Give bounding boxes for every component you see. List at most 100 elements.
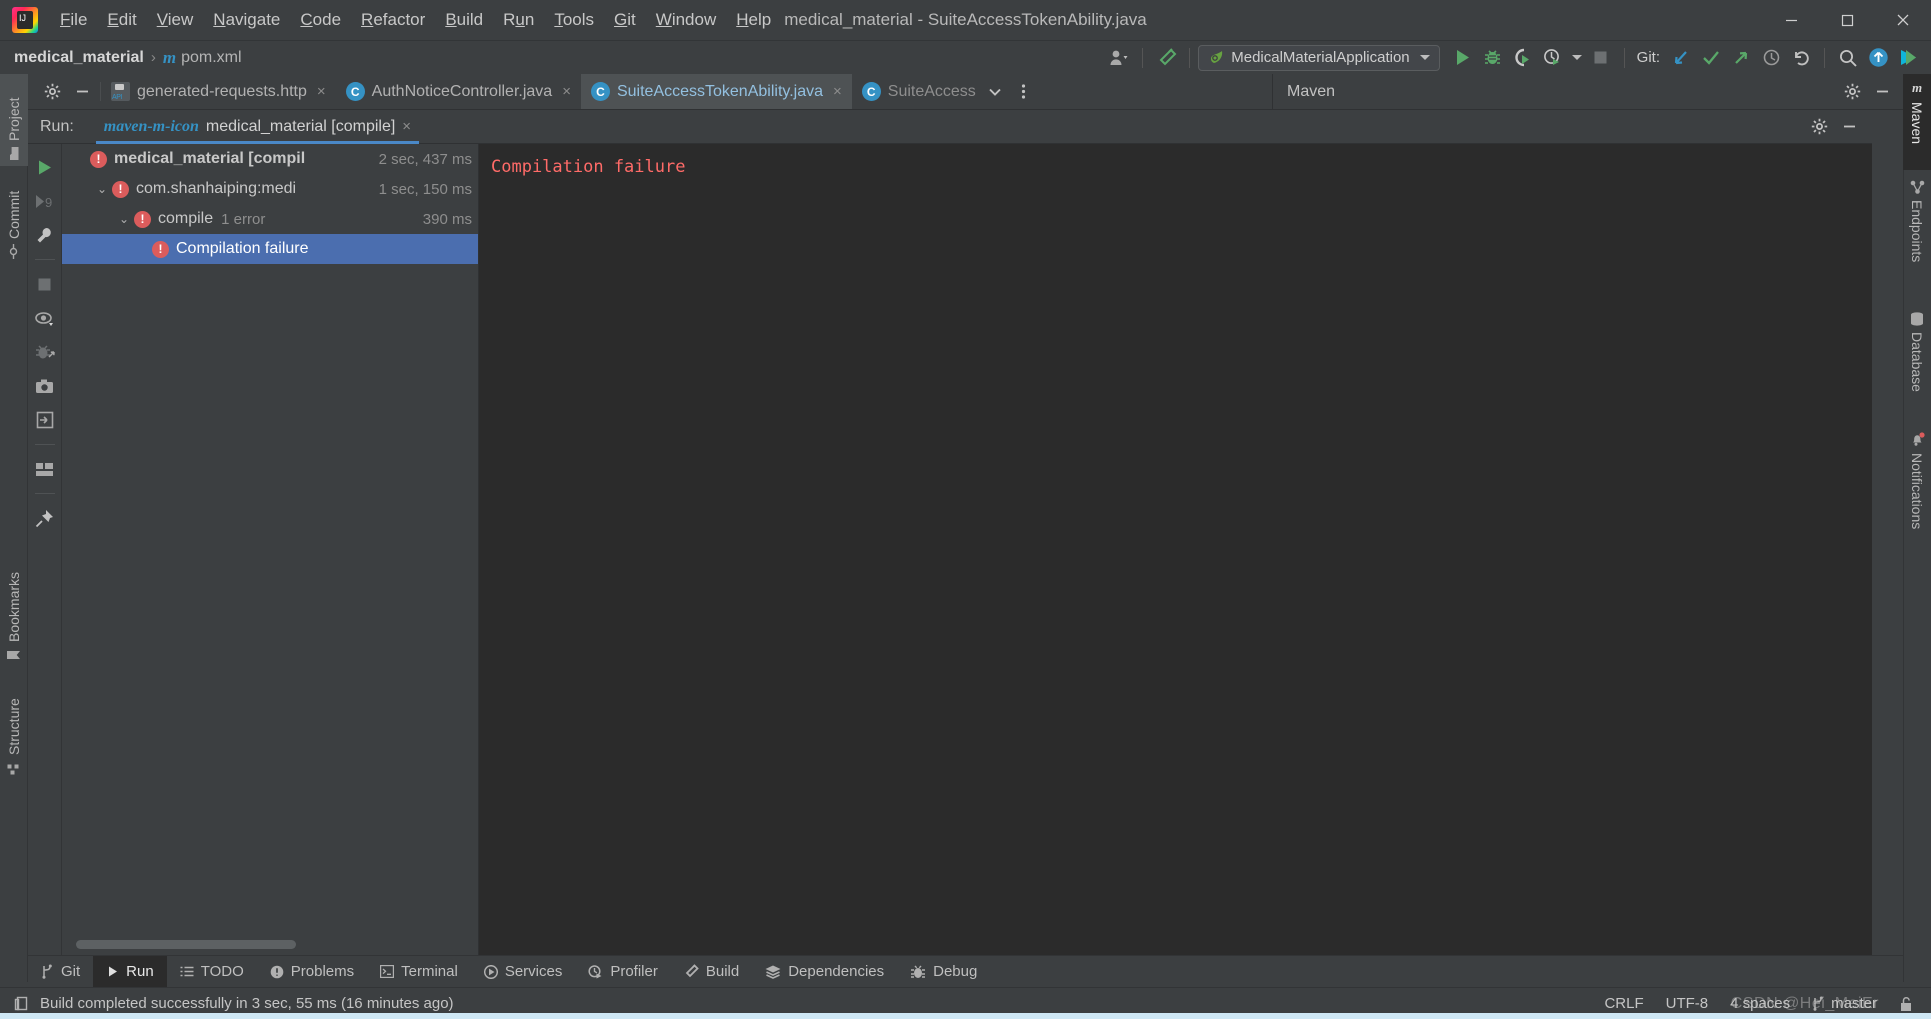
tree-twisty[interactable]: ⌄ <box>114 212 134 226</box>
minimize-icon[interactable] <box>68 79 96 105</box>
tab-close-icon[interactable]: × <box>562 83 571 100</box>
table-row[interactable]: ⌄ ! com.shanhaiping:medi 1 sec, 150 ms <box>62 174 478 204</box>
tab-auth-notice-controller[interactable]: C AuthNoticeController.java × <box>336 74 581 109</box>
git-update-project-icon[interactable] <box>1666 44 1696 72</box>
bottom-item-git[interactable]: Git <box>28 956 93 988</box>
ide-update-icon[interactable] <box>1863 44 1893 72</box>
build-hammer-icon[interactable] <box>1151 44 1181 72</box>
bottom-item-debug[interactable]: Debug <box>897 956 990 988</box>
import-results-icon[interactable] <box>32 407 58 433</box>
build-output-console[interactable]: Compilation failure <box>479 144 1872 955</box>
tab-suite-access-token-ability[interactable]: C SuiteAccessTokenAbility.java × <box>580 74 852 109</box>
git-rollback-icon[interactable] <box>1786 44 1816 72</box>
git-branch-indicator[interactable]: master <box>1812 995 1877 1012</box>
tab-close-icon[interactable]: × <box>833 83 842 100</box>
more-vertical-icon[interactable] <box>1014 78 1034 106</box>
encoding-indicator[interactable]: UTF-8 <box>1666 995 1709 1012</box>
gear-icon[interactable] <box>1837 78 1867 106</box>
table-row[interactable]: ! medical_material [compil 2 sec, 437 ms <box>62 144 478 174</box>
bottom-item-label: Debug <box>933 963 978 980</box>
export-snapshot-icon[interactable] <box>32 373 58 399</box>
stop-button-icon[interactable] <box>1586 44 1616 72</box>
settings-wrench-icon[interactable] <box>32 222 58 248</box>
sidebar-item-bookmarks[interactable]: Bookmarks <box>0 552 28 668</box>
debug-button-icon[interactable] <box>1478 44 1508 72</box>
run-configuration-selector[interactable]: MedicalMaterialApplication <box>1198 44 1440 71</box>
run-tab-close-icon[interactable]: × <box>402 118 411 135</box>
table-row[interactable]: ⌄ ! compile 1 error 390 ms <box>62 204 478 234</box>
structure-icon <box>7 761 21 775</box>
toggle-autotest-icon[interactable] <box>32 305 58 331</box>
horizontal-scrollbar[interactable] <box>76 940 296 949</box>
sidebar-item-database[interactable]: Database <box>1903 306 1931 422</box>
maximize-button[interactable] <box>1819 0 1875 40</box>
tab-generated-requests[interactable]: generated-requests.http × <box>101 74 336 109</box>
bottom-item-services[interactable]: Services <box>471 956 576 988</box>
rerun-icon[interactable] <box>32 154 58 180</box>
layout-icon[interactable] <box>32 456 58 482</box>
gear-icon[interactable] <box>1804 113 1834 141</box>
build-tree-pane[interactable]: ! medical_material [compil 2 sec, 437 ms… <box>62 144 479 955</box>
bottom-item-todo[interactable]: TODO <box>167 956 257 988</box>
run-with-coverage-icon[interactable] <box>1508 44 1538 72</box>
status-message[interactable]: Build completed successfully in 3 sec, 5… <box>40 995 454 1012</box>
pin-tab-icon[interactable] <box>32 505 58 531</box>
breadcrumb-project[interactable]: medical_material <box>14 49 144 67</box>
minimize-icon[interactable] <box>1867 78 1897 106</box>
menu-code[interactable]: Code <box>290 6 351 34</box>
menu-view[interactable]: View <box>147 6 204 34</box>
bottom-item-problems[interactable]: Problems <box>257 956 367 988</box>
ide-assistant-icon[interactable] <box>1893 44 1923 72</box>
chevron-down-icon <box>1419 55 1430 60</box>
stop-icon[interactable] <box>32 271 58 297</box>
menu-git[interactable]: Git <box>604 6 646 34</box>
minimize-button[interactable] <box>1763 0 1819 40</box>
menu-run[interactable]: Run <box>493 6 544 34</box>
sidebar-item-project[interactable]: Project <box>0 74 28 166</box>
profiler-dropdown-icon[interactable] <box>1568 44 1586 72</box>
run-tab-medical-material[interactable]: maven-m-icon medical_material [compile] … <box>95 110 420 144</box>
line-separator-indicator[interactable]: CRLF <box>1604 995 1643 1012</box>
tab-close-icon[interactable]: × <box>317 83 326 100</box>
menu-file[interactable]: File <box>50 6 97 34</box>
git-history-icon[interactable] <box>1756 44 1786 72</box>
bottom-item-profiler[interactable]: Profiler <box>575 956 671 988</box>
bottom-item-terminal[interactable]: Terminal <box>367 956 471 988</box>
filter-passed-icon[interactable] <box>32 339 58 365</box>
error-icon: ! <box>152 240 169 258</box>
bottom-item-build[interactable]: Build <box>671 956 752 988</box>
bottom-item-dependencies[interactable]: Dependencies <box>752 956 897 988</box>
sidebar-item-structure[interactable]: Structure <box>0 672 28 780</box>
chevron-down-icon[interactable] <box>983 78 1007 106</box>
unlocked-icon[interactable] <box>1899 996 1913 1012</box>
sidebar-item-notifications[interactable]: Notifications <box>1903 426 1931 578</box>
git-push-icon[interactable] <box>1726 44 1756 72</box>
git-commit-icon[interactable] <box>1696 44 1726 72</box>
profiler-run-icon[interactable] <box>1538 44 1568 72</box>
event-log-icon[interactable] <box>14 996 30 1012</box>
menu-help[interactable]: Help <box>726 6 781 34</box>
indent-indicator[interactable]: 4 spaces <box>1730 995 1790 1012</box>
bottom-item-run[interactable]: Run <box>93 955 167 988</box>
menu-tools[interactable]: Tools <box>544 6 604 34</box>
breadcrumb-file[interactable]: pom.xml <box>181 49 241 67</box>
rerun-failed-icon[interactable]: 9 <box>32 188 58 214</box>
table-row[interactable]: ! Compilation failure <box>62 234 478 264</box>
profile-avatar-icon[interactable] <box>1104 44 1134 72</box>
run-button-icon[interactable] <box>1448 44 1478 72</box>
gear-icon[interactable] <box>38 79 66 105</box>
tab-suite-access[interactable]: C SuiteAccess <box>852 74 1044 109</box>
sidebar-item-endpoints[interactable]: Endpoints <box>1903 174 1931 302</box>
menu-edit[interactable]: Edit <box>97 6 146 34</box>
tree-twisty[interactable]: ⌄ <box>92 182 112 196</box>
sidebar-item-commit[interactable]: Commit <box>0 168 28 264</box>
menu-refactor[interactable]: Refactor <box>351 6 435 34</box>
menu-navigate[interactable]: Navigate <box>203 6 290 34</box>
search-everywhere-icon[interactable] <box>1833 44 1863 72</box>
minimize-icon[interactable] <box>1834 113 1864 141</box>
close-button[interactable] <box>1875 0 1931 40</box>
menu-window[interactable]: Window <box>646 6 726 34</box>
layers-icon <box>765 965 781 979</box>
sidebar-item-maven[interactable]: m Maven <box>1903 74 1931 170</box>
menu-build[interactable]: Build <box>435 6 493 34</box>
